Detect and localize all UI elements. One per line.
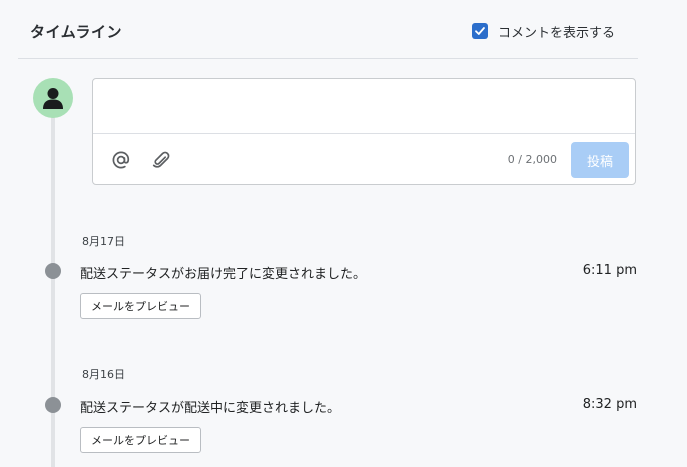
event-time: 8:32 pm: [582, 397, 637, 412]
timeline-header: タイムライン コメントを表示する: [18, 0, 638, 59]
event-date: 8月17日: [82, 235, 125, 248]
show-comments-checkbox[interactable]: [472, 23, 488, 39]
character-counter: 0 / 2,000: [507, 153, 557, 166]
user-silhouette-icon: [43, 88, 63, 109]
paperclip-icon: [152, 151, 170, 168]
show-comments-toggle[interactable]: コメントを表示する: [472, 21, 615, 41]
event-date: 8月16日: [82, 368, 125, 381]
timeline-title: タイムライン: [30, 23, 122, 41]
checkmark-icon: [475, 27, 485, 35]
avatar: [33, 78, 73, 118]
comment-composer: 0 / 2,000 投稿: [92, 78, 636, 185]
preview-email-button[interactable]: メールをプレビュー: [80, 427, 201, 453]
timeline-dot: [45, 263, 61, 279]
show-comments-label: コメントを表示する: [498, 25, 616, 41]
post-button[interactable]: 投稿: [571, 142, 629, 178]
timeline-rail: [51, 116, 55, 467]
timeline-page: タイムライン コメントを表示する 0 / 2,000 投稿 8月17日 配送ステ…: [0, 0, 687, 467]
event-message: 配送ステータスが配送中に変更されました。: [80, 401, 341, 416]
preview-email-button[interactable]: メールをプレビュー: [80, 293, 201, 319]
timeline-dot: [45, 397, 61, 413]
mention-button[interactable]: [110, 149, 132, 171]
attach-button[interactable]: [150, 149, 172, 171]
at-sign-icon: [112, 151, 130, 169]
event-message: 配送ステータスがお届け完了に変更されました。: [80, 267, 367, 282]
comment-input[interactable]: [93, 79, 635, 134]
event-time: 6:11 pm: [582, 263, 637, 278]
